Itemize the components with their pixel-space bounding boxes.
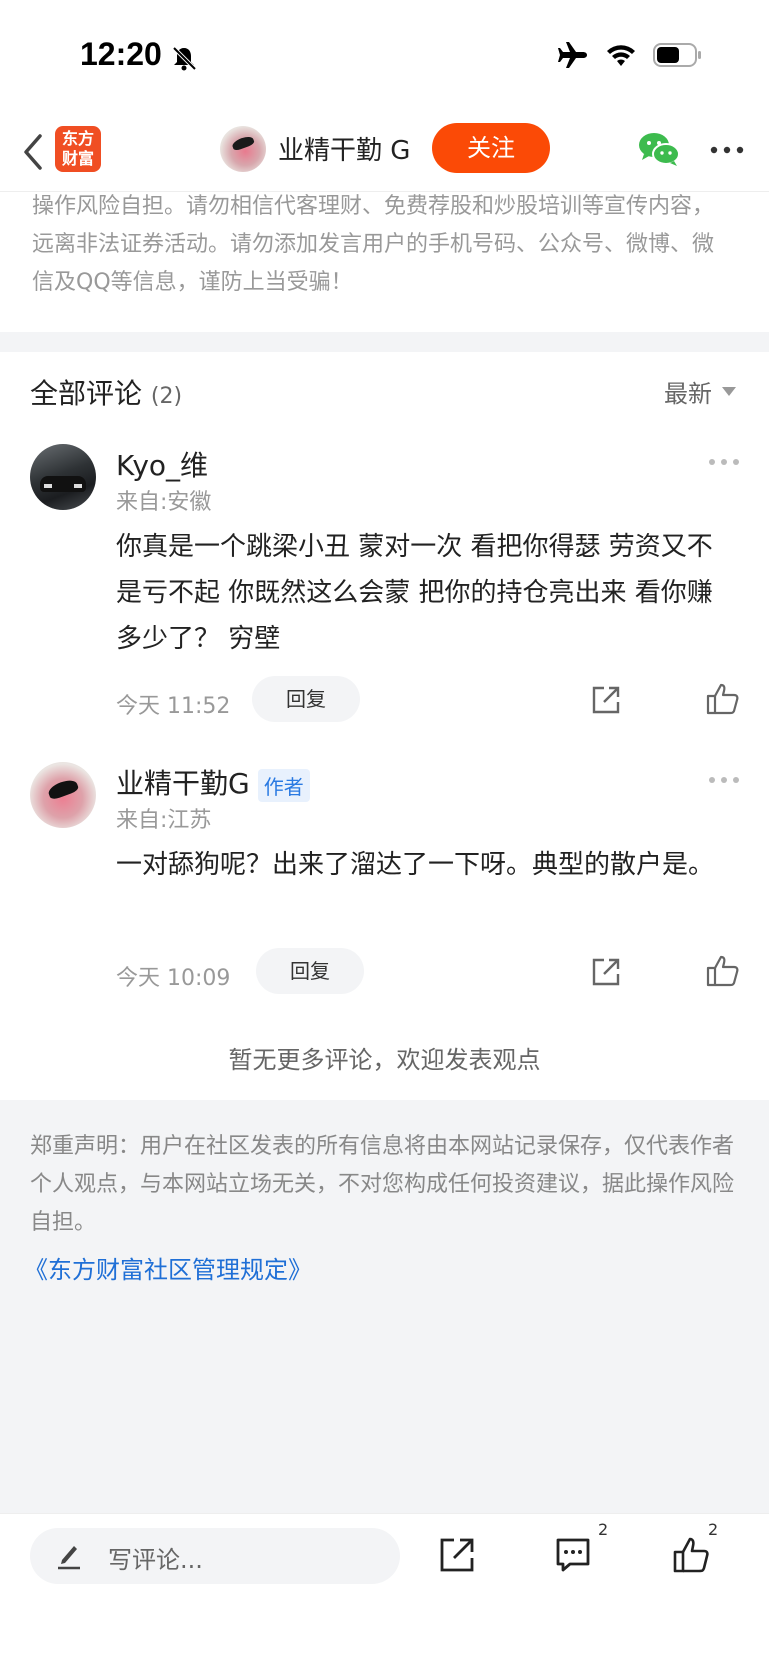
comment-more-icon[interactable] bbox=[708, 458, 740, 466]
commenter-location: 来自:江苏 bbox=[116, 808, 212, 833]
app-logo[interactable]: 东方 财富 bbox=[55, 126, 101, 172]
bell-muted-icon bbox=[172, 46, 197, 71]
commenter-location: 来自:安徽 bbox=[116, 490, 212, 515]
no-more-comments: 暂无更多评论，欢迎发表观点 bbox=[228, 1046, 541, 1074]
battery-icon bbox=[653, 43, 701, 67]
legal-statement: 郑重声明：用户在社区发表的所有信息将由本网站记录保存，仅代表作者个人观点，与本网… bbox=[30, 1134, 735, 1235]
caret-down-icon bbox=[722, 387, 736, 396]
commenter-name-text: 业精干勤G bbox=[116, 767, 250, 800]
commenter-name[interactable]: 业精干勤G 作者 bbox=[116, 762, 310, 802]
share-icon[interactable] bbox=[438, 1536, 476, 1574]
share-icon[interactable] bbox=[590, 684, 622, 716]
section-divider bbox=[0, 332, 769, 352]
comment-icon[interactable] bbox=[554, 1536, 592, 1574]
comment-count-badge: 2 bbox=[598, 1520, 609, 1539]
share-icon[interactable] bbox=[590, 956, 622, 988]
back-arrow-icon[interactable] bbox=[18, 130, 48, 174]
bottom-action-bar: 写评论... 2 2 bbox=[0, 1513, 769, 1665]
comment-text: 一对舔狗呢？出来了溜达了一下呀。典型的散户是。 bbox=[116, 850, 715, 880]
status-time: 12:20 bbox=[80, 36, 162, 72]
follow-button[interactable]: 关注 bbox=[432, 123, 550, 173]
commenter-avatar[interactable] bbox=[30, 762, 96, 828]
pencil-icon bbox=[58, 1546, 80, 1570]
like-count-badge: 2 bbox=[708, 1520, 719, 1539]
logo-text-line1: 东方 bbox=[61, 129, 94, 148]
comment-more-icon[interactable] bbox=[708, 776, 740, 784]
sort-dropdown[interactable]: 最新 bbox=[664, 374, 736, 409]
risk-disclaimer: 操作风险自担。请勿相信代客理财、免费荐股和炒股培训等宣传内容，远离非法证券活动。… bbox=[32, 194, 715, 295]
comment-placeholder: 写评论... bbox=[108, 1546, 203, 1574]
write-comment-input[interactable]: 写评论... bbox=[30, 1528, 400, 1584]
status-indicators bbox=[557, 40, 703, 70]
status-bar: 12:20 bbox=[0, 0, 769, 110]
logo-text-line2: 财富 bbox=[61, 149, 94, 168]
comment-time: 今天 10:09 bbox=[116, 966, 231, 991]
wechat-share-icon[interactable] bbox=[638, 130, 680, 168]
author-badge: 作者 bbox=[257, 768, 310, 802]
reply-button[interactable]: 回复 bbox=[256, 948, 364, 994]
author-avatar[interactable] bbox=[220, 126, 266, 172]
reply-button[interactable]: 回复 bbox=[252, 676, 360, 722]
comments-title: 全部评论 (2) bbox=[30, 372, 182, 412]
nav-bar: 东方 财富 业精干勤 G 关注 bbox=[0, 112, 769, 192]
comment-text: 你真是一个跳梁小丑 蒙对一次 看把你得瑟 劳资又不是亏不起 你既然这么会蒙 把你… bbox=[116, 532, 713, 654]
thumbs-up-icon[interactable] bbox=[706, 954, 740, 988]
comments-count: (2) bbox=[150, 384, 183, 409]
comment-time: 今天 11:52 bbox=[116, 694, 231, 719]
comments-title-label: 全部评论 bbox=[30, 377, 143, 410]
airplane-icon bbox=[558, 42, 587, 68]
commenter-avatar[interactable] bbox=[30, 444, 96, 510]
community-rules-link[interactable]: 《东方财富社区管理规定》 bbox=[24, 1250, 312, 1285]
thumbs-up-icon[interactable] bbox=[706, 682, 740, 716]
legal-panel: 郑重声明：用户在社区发表的所有信息将由本网站记录保存，仅代表作者个人观点，与本网… bbox=[0, 1100, 769, 1513]
thumbs-up-icon[interactable] bbox=[672, 1536, 710, 1574]
commenter-name[interactable]: Kyo_维 bbox=[116, 444, 208, 484]
sort-label: 最新 bbox=[664, 380, 712, 408]
wifi-icon bbox=[607, 45, 635, 66]
more-options-icon[interactable] bbox=[710, 146, 744, 154]
author-username[interactable]: 业精干勤 G bbox=[278, 130, 410, 167]
